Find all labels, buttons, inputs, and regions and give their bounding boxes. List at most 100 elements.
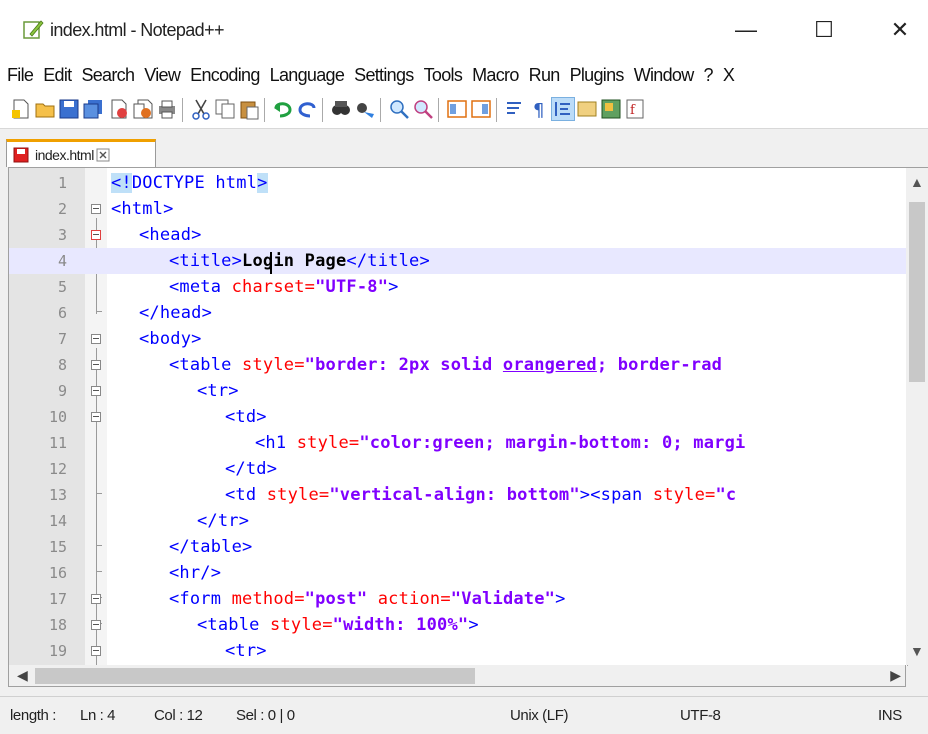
head-tag: <head> xyxy=(139,225,202,245)
line-number: 7 xyxy=(57,330,67,348)
line-number: 6 xyxy=(57,304,67,322)
function-list-icon[interactable]: f xyxy=(624,98,646,120)
print-icon[interactable] xyxy=(156,98,178,120)
code-line: 7 <body> xyxy=(9,326,907,352)
line-number: 15 xyxy=(48,538,67,556)
redo-icon[interactable] xyxy=(296,98,318,120)
menu-plugins[interactable]: Plugins xyxy=(565,65,629,86)
attr-value: "post" xyxy=(304,589,368,609)
menu-close-doc[interactable]: X xyxy=(718,65,739,86)
menu-encoding[interactable]: Encoding xyxy=(185,65,264,86)
scroll-right-icon[interactable]: ▶ xyxy=(890,667,901,684)
scroll-up-icon[interactable]: ▲ xyxy=(910,174,924,190)
form-tag: <form xyxy=(169,589,222,609)
doctype-text: DOCTYPE html xyxy=(131,173,258,193)
sync-horizontal-icon[interactable] xyxy=(470,98,492,120)
menu-view[interactable]: View xyxy=(139,65,185,86)
show-all-characters-icon[interactable]: ¶ xyxy=(528,98,550,120)
fold-toggle-icon[interactable] xyxy=(91,646,101,656)
tab-index-html[interactable]: index.html xyxy=(6,139,156,167)
code-line: 2 <html> xyxy=(9,196,907,222)
tab-close-icon[interactable] xyxy=(96,148,110,162)
save-icon[interactable] xyxy=(58,98,80,120)
code-line: 13 <td style="vertical-align: bottom"><s… xyxy=(9,482,907,508)
zoom-out-icon[interactable] xyxy=(412,98,434,120)
menu-tools[interactable]: Tools xyxy=(419,65,468,86)
word-wrap-icon[interactable] xyxy=(504,98,526,120)
open-file-icon[interactable] xyxy=(34,98,56,120)
horizontal-scroll-thumb[interactable] xyxy=(35,668,475,684)
window-title: index.html - Notepad++ xyxy=(50,20,225,40)
status-eol-format[interactable]: Unix (LF) xyxy=(510,707,568,724)
tag-close: > xyxy=(468,615,479,635)
cut-icon[interactable] xyxy=(190,98,212,120)
indent-guide-icon[interactable] xyxy=(551,97,575,121)
menu-window[interactable]: Window xyxy=(629,65,699,86)
line-number: 2 xyxy=(57,200,67,218)
vertical-scroll-thumb[interactable] xyxy=(909,202,925,382)
tag-close: > xyxy=(555,589,566,609)
new-file-icon[interactable] xyxy=(10,98,32,120)
close-all-icon[interactable] xyxy=(132,98,154,120)
minimize-button[interactable]: — xyxy=(718,8,774,52)
undo-icon[interactable] xyxy=(272,98,294,120)
code-line: 3 <head> xyxy=(9,222,907,248)
status-encoding[interactable]: UTF-8 xyxy=(680,707,721,724)
document-map-icon[interactable] xyxy=(600,98,622,120)
fold-toggle-icon[interactable] xyxy=(91,620,101,630)
close-file-icon[interactable] xyxy=(108,98,130,120)
vertical-scrollbar[interactable]: ▲ ▼ xyxy=(906,167,928,665)
menu-help[interactable]: ? xyxy=(699,65,718,86)
menu-run[interactable]: Run xyxy=(524,65,565,86)
menu-settings[interactable]: Settings xyxy=(349,65,418,86)
fold-toggle-icon[interactable] xyxy=(91,230,101,240)
code-line: 18 <table style="width: 100%"> xyxy=(9,612,907,638)
fold-toggle-icon[interactable] xyxy=(91,412,101,422)
attr-name: style= xyxy=(642,485,716,505)
td-tag: <td> xyxy=(225,407,267,427)
menu-file[interactable]: File xyxy=(2,65,38,86)
code-editor[interactable]: 1 <!DOCTYPE html> 2 <html> 3 <head> 4 <t… xyxy=(8,167,908,666)
fold-toggle-icon[interactable] xyxy=(91,594,101,604)
replace-icon[interactable] xyxy=(354,98,376,120)
line-number: 18 xyxy=(48,616,67,634)
attr-value: ; border-rad xyxy=(596,355,723,375)
close-button[interactable]: ✕ xyxy=(872,8,928,52)
code-line: 16 <hr/> xyxy=(9,560,907,586)
title-close-tag: </title> xyxy=(346,251,430,271)
line-number: 19 xyxy=(48,642,67,660)
menu-language[interactable]: Language xyxy=(265,65,350,86)
meta-tag: <meta xyxy=(169,277,222,297)
save-all-icon[interactable] xyxy=(82,98,104,120)
status-column: Col : 12 xyxy=(154,707,203,724)
horizontal-scrollbar[interactable]: ◀ ▶ xyxy=(8,665,906,687)
attr-name: method= xyxy=(221,589,305,609)
menu-search[interactable]: Search xyxy=(76,65,139,86)
fold-toggle-icon[interactable] xyxy=(91,386,101,396)
find-icon[interactable] xyxy=(330,98,352,120)
line-number: 8 xyxy=(57,356,67,374)
copy-icon[interactable] xyxy=(214,98,236,120)
fold-toggle-icon[interactable] xyxy=(91,204,101,214)
menu-macro[interactable]: Macro xyxy=(467,65,524,86)
span-tag: ><span xyxy=(579,485,643,505)
scroll-left-icon[interactable]: ◀ xyxy=(17,667,28,684)
attr-value: "border: 2px solid xyxy=(304,355,503,375)
paste-icon[interactable] xyxy=(238,98,260,120)
save-status-icon xyxy=(13,147,29,162)
minimize-icon: — xyxy=(735,17,757,42)
user-defined-language-icon[interactable] xyxy=(576,98,598,120)
line-number: 12 xyxy=(48,460,67,478)
scroll-down-icon[interactable]: ▼ xyxy=(910,643,924,659)
fold-toggle-icon[interactable] xyxy=(91,334,101,344)
maximize-button[interactable]: ☐ xyxy=(796,8,852,52)
status-selection: Sel : 0 | 0 xyxy=(236,707,295,724)
zoom-in-icon[interactable] xyxy=(388,98,410,120)
svg-text:¶: ¶ xyxy=(533,100,544,120)
menu-edit[interactable]: Edit xyxy=(38,65,76,86)
sync-vertical-icon[interactable] xyxy=(446,98,468,120)
fold-toggle-icon[interactable] xyxy=(91,360,101,370)
toolbar-separator xyxy=(322,98,323,122)
toolbar-separator xyxy=(496,98,497,122)
h1-tag: <h1 xyxy=(255,433,287,453)
